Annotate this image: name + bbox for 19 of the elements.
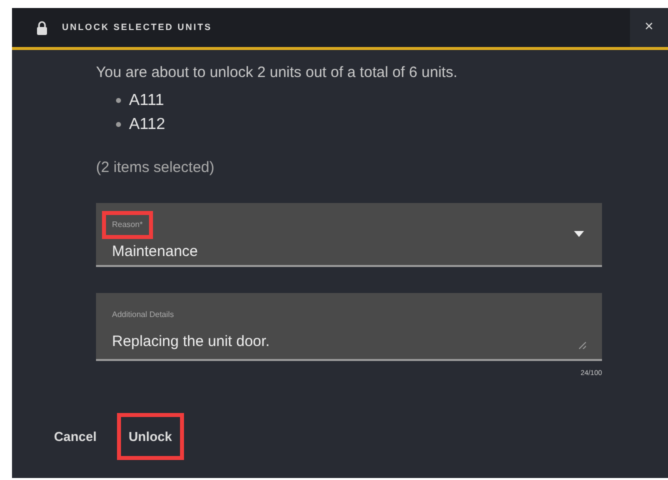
unlock-button[interactable]: Unlock	[116, 412, 184, 460]
dialog-title: UNLOCK SELECTED UNITS	[62, 20, 212, 34]
unit-name: A111	[129, 90, 164, 110]
cancel-button[interactable]: Cancel	[42, 412, 109, 460]
field-label: Reason*	[102, 211, 153, 239]
field-value: Maintenance	[112, 242, 199, 262]
details-textarea[interactable]: Additional Details Replacing the unit door.	[96, 293, 602, 361]
reason-dropdown[interactable]: Reason* Maintenance	[96, 203, 602, 267]
bullet-icon	[116, 98, 121, 103]
lock-icon	[36, 20, 48, 34]
bullet-icon	[116, 122, 121, 127]
field-value: Replacing the unit door.	[112, 332, 271, 352]
field-label: Additional Details	[111, 309, 175, 321]
unit-name: A112	[129, 114, 166, 134]
close-button[interactable]: ×	[630, 8, 668, 47]
resize-grip-icon	[579, 342, 586, 349]
message-text: You are about to unlock 2 units out of a total of 6 units.	[96, 63, 458, 83]
selection-count: (2 items selected)	[96, 158, 216, 178]
caret-icon	[574, 231, 584, 237]
